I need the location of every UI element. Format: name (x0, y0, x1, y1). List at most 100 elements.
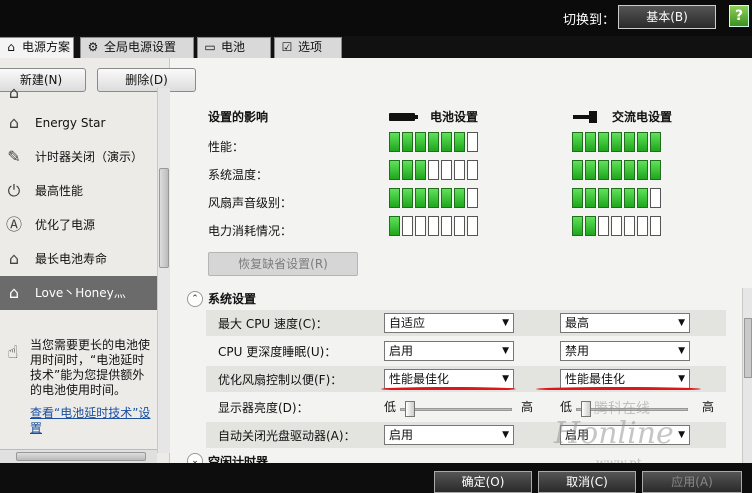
chevron-down-icon: ▼ (502, 318, 509, 328)
meter-segment (415, 216, 426, 236)
battery-icon (389, 113, 418, 121)
plan-list-scrollbar[interactable] (157, 88, 170, 453)
horizontal-scrollbar[interactable] (0, 449, 157, 463)
scroll-thumb[interactable] (16, 452, 146, 461)
select-value: 启用 (389, 344, 414, 358)
meter-segment (650, 132, 661, 152)
meter-segment (572, 132, 583, 152)
plug-icon (573, 111, 597, 123)
slider-track[interactable] (400, 408, 512, 411)
fan-noise-label: 风扇声音级别： (208, 196, 293, 210)
meter-segment (598, 160, 609, 180)
meter-segment (454, 216, 465, 236)
scroll-thumb[interactable] (744, 318, 752, 378)
meter-segment (402, 160, 413, 180)
meter-segment (415, 188, 426, 208)
help-icon[interactable]: ? (729, 5, 749, 27)
plan-item-max-performance[interactable]: ⏻ 最高性能 (0, 174, 157, 208)
ok-button[interactable]: 确定(O) (434, 471, 532, 493)
meter-segment (637, 160, 648, 180)
cpu-speed-ac-select[interactable]: 最高 ▼ (560, 313, 690, 333)
deep-sleep-ac-select[interactable]: 禁用 ▼ (560, 341, 690, 361)
optical-drive-battery-select[interactable]: 启用 ▼ (384, 425, 514, 445)
tab-label: 全局电源设置 (104, 40, 177, 54)
meter-segment (441, 216, 452, 236)
watermark-text: 腾科在线 (594, 401, 650, 417)
plan-item-max-battery[interactable]: ⌂ 最长电池寿命 (0, 242, 157, 276)
battery-extension-link[interactable]: 查看“电池延时技术”设置 (30, 406, 155, 436)
select-value: 自适应 (389, 316, 426, 330)
scroll-thumb[interactable] (159, 168, 169, 268)
meter-segment (428, 216, 439, 236)
temperature-label: 系统温度： (208, 168, 269, 182)
meter-segment (454, 132, 465, 152)
slider-thumb[interactable] (405, 401, 416, 417)
plan-item-optimized[interactable]: Ⓐ 优化了电源 (0, 208, 157, 242)
meter-segment (624, 160, 635, 180)
tab-label: 电池 (221, 40, 246, 54)
tab-options[interactable]: ☑ 选项 (274, 37, 342, 58)
select-value: 最高 (565, 316, 590, 330)
plan-item-love-honey[interactable]: ⌂ Love丶Honey灬 (0, 276, 157, 310)
meter-segment (389, 188, 400, 208)
meter-segment (415, 160, 426, 180)
basic-mode-button[interactable]: 基本(B) (618, 5, 716, 29)
meter-segment (402, 188, 413, 208)
meter-segment (585, 160, 596, 180)
ac-impact-meter (572, 160, 661, 180)
ac-impact-meter (572, 188, 661, 208)
meter-segment (585, 216, 596, 236)
collapse-icon[interactable]: ⌃ (187, 291, 203, 307)
tab-power-plans[interactable]: ⌂ 电源方案 (0, 37, 74, 59)
cancel-button[interactable]: 取消(C) (538, 471, 636, 493)
meter-segment (428, 132, 439, 152)
checkbox-icon: ☑ (281, 40, 293, 54)
meter-segment (572, 216, 583, 236)
meter-segment (637, 216, 648, 236)
ac-impact-meter (572, 132, 661, 152)
setting-label: 自动关闭光盘驱动器(A)： (218, 429, 356, 443)
plan-label: 优化了电源 (35, 218, 96, 232)
setting-row-cpu-speed: 最大 CPU 速度(C)： 自适应 ▼ 最高 ▼ (206, 310, 726, 336)
tab-label: 电源方案 (22, 40, 71, 54)
setting-label: 最大 CPU 速度(C)： (218, 317, 328, 331)
setting-label: 优化风扇控制以便(F)： (218, 373, 343, 387)
hand-icon: ☝ (7, 342, 19, 363)
meter-segment (637, 188, 648, 208)
meter-segment (467, 216, 478, 236)
slider-thumb[interactable] (581, 401, 592, 417)
tab-battery[interactable]: ▭ 电池 (197, 37, 271, 58)
chevron-down-icon: ▼ (502, 430, 509, 440)
plan-item-timer-off[interactable]: ✎ 计时器关闭（演示） (0, 140, 157, 174)
cpu-speed-battery-select[interactable]: 自适应 ▼ (384, 313, 514, 333)
plan-label: 计时器关闭（演示） (35, 150, 144, 164)
tab-global-power-settings[interactable]: ⚙ 全局电源设置 (80, 37, 194, 58)
meter-segment (585, 188, 596, 208)
gear-icon: ⚙ (87, 40, 99, 54)
fan-control-battery-select[interactable]: 性能最佳化 ▼ (384, 369, 514, 389)
meter-segment (467, 160, 478, 180)
house-icon: ⌂ (8, 283, 20, 302)
select-value: 性能最佳化 (389, 372, 450, 386)
tab-label: 选项 (298, 40, 323, 54)
slider-high-label: 高 (521, 400, 534, 414)
slider-low-label: 低 (384, 400, 397, 414)
battery-icon: ▭ (204, 40, 216, 54)
plan-item-energy-star[interactable]: ⌂ Energy Star (0, 106, 157, 140)
meter-segment (467, 132, 478, 152)
select-value: 性能最佳化 (565, 372, 626, 386)
meter-segment (454, 160, 465, 180)
fan-control-ac-select[interactable]: 性能最佳化 ▼ (560, 369, 690, 389)
switch-to-label: 切换到： (563, 13, 616, 28)
plan-label: Love丶Honey灬 (35, 286, 126, 300)
dialog-footer: 确定(O) 取消(C) 应用(A) (0, 463, 752, 493)
meter-segment (611, 188, 622, 208)
meter-segment (650, 188, 661, 208)
meter-segment (467, 188, 478, 208)
house-icon: ⌂ (8, 88, 20, 102)
settings-scrollbar[interactable] (742, 288, 752, 463)
meter-segment (415, 132, 426, 152)
brightness-battery-slider[interactable]: 低 高 (384, 398, 534, 418)
meter-segment (611, 132, 622, 152)
deep-sleep-battery-select[interactable]: 启用 ▼ (384, 341, 514, 361)
